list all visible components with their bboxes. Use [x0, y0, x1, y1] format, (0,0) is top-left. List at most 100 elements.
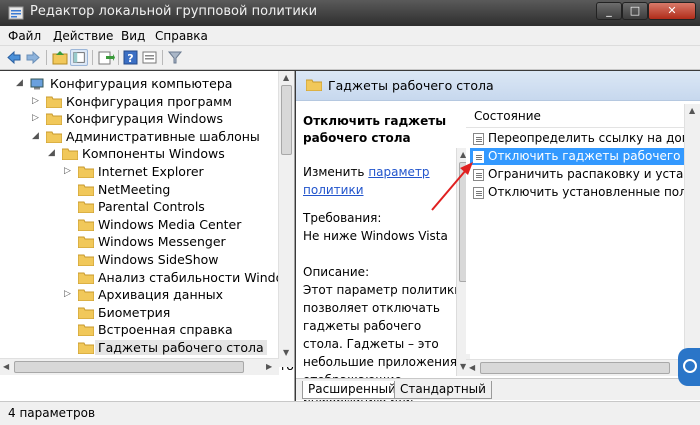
folder-icon [78, 166, 94, 178]
policy-editor-icon [8, 6, 24, 20]
help-icon[interactable]: ? [122, 49, 140, 66]
scrollbar-thumb[interactable] [480, 362, 670, 374]
forward-arrow-icon[interactable] [24, 49, 42, 66]
tree-horizontal-scrollbar[interactable]: ◀ ▶ [0, 358, 279, 375]
scroll-left-arrow-icon[interactable]: ◀ [469, 363, 475, 372]
scrollbar-thumb[interactable] [14, 361, 244, 373]
tree-item[interactable]: Windows Media Center [64, 216, 276, 234]
tree-item[interactable]: Встроенная справка [64, 321, 276, 339]
expand-arrow-icon[interactable]: ▷ [32, 96, 39, 106]
tree-item[interactable]: ▷ Конфигурация программ [32, 93, 276, 111]
up-folder-icon[interactable] [51, 49, 69, 66]
column-header-state[interactable]: Состояние [474, 109, 541, 123]
list-horizontal-scrollbar[interactable]: ◀ [466, 359, 700, 376]
menu-action[interactable]: Действие [53, 29, 113, 43]
folder-icon [78, 324, 94, 337]
tree-item[interactable]: ◢ Конфигурация компьютера [16, 75, 276, 93]
maximize-button[interactable]: □ [622, 2, 648, 20]
close-button[interactable]: ✕ [648, 2, 696, 20]
tab-standard[interactable]: Стандартный [394, 381, 492, 399]
menu-bar: Файл Действие Вид Справка [0, 26, 700, 46]
show-hide-tree-icon[interactable] [70, 49, 88, 66]
title-bar: Редактор локальной групповой политики _ … [0, 0, 700, 26]
scrollbar-thumb[interactable] [281, 85, 292, 155]
side-widget-button[interactable] [678, 348, 700, 386]
collapse-arrow-icon[interactable]: ◢ [48, 148, 55, 158]
tree-item-label: Гаджеты рабочего стола [95, 340, 267, 355]
status-text: 4 параметров [8, 406, 96, 420]
tree-pane[interactable]: ◢ Конфигурация компьютера ▷ Конфигурация пр… [0, 71, 295, 401]
tree-item[interactable]: Windows Messenger [64, 233, 276, 251]
toolbar-separator [162, 50, 163, 65]
expand-arrow-icon[interactable]: ▷ [64, 166, 71, 176]
view-tabs: Расширенный Стандартный [296, 378, 700, 400]
widget-icon [683, 359, 697, 373]
tree-item-label: Конфигурация Windows [66, 111, 223, 127]
folder-icon [306, 79, 322, 91]
tree-item[interactable]: Windows SideShow [64, 251, 276, 269]
details-header-title: Гаджеты рабочего стола [328, 78, 494, 93]
svg-text:?: ? [127, 52, 133, 65]
minimize-button[interactable]: _ [596, 2, 622, 20]
description-title: Отключить гаджеты рабочего стола [303, 114, 447, 145]
policy-setting-icon [473, 133, 484, 145]
list-vertical-scrollbar[interactable]: ▲ [684, 104, 700, 356]
settings-list[interactable]: Состояние Переопределить ссылку на допол… [466, 104, 700, 354]
folder-icon [78, 272, 94, 284]
collapse-arrow-icon[interactable]: ◢ [16, 78, 23, 88]
tab-extended[interactable]: Расширенный [302, 381, 402, 399]
tree-item[interactable]: Анализ стабильности Windows [64, 269, 294, 287]
header-divider [466, 127, 700, 128]
tree-item[interactable]: ▷ Конфигурация Windows [32, 110, 276, 128]
filter-icon[interactable] [166, 49, 184, 66]
export-list-icon[interactable] [97, 49, 115, 66]
description-label: Описание: [303, 265, 370, 279]
scroll-up-arrow-icon[interactable]: ▲ [283, 73, 289, 82]
toolbar-separator [118, 50, 119, 65]
scroll-right-arrow-icon[interactable]: ▶ [266, 362, 272, 371]
tree-item[interactable]: ▷ Архивация данных [64, 286, 276, 304]
expand-arrow-icon[interactable]: ▷ [64, 289, 71, 299]
tree-item[interactable]: Гаджеты рабочего стола [64, 339, 276, 357]
policy-setting-icon [473, 151, 484, 163]
tree-item-label: NetMeeting [98, 181, 171, 197]
tree-item[interactable]: Биометрия [64, 304, 276, 322]
menu-view[interactable]: Вид [121, 29, 145, 43]
policy-setting-icon [473, 187, 484, 199]
policy-setting-icon [473, 169, 484, 181]
tree-item-label: Административные шаблоны [66, 128, 260, 144]
collapse-arrow-icon[interactable]: ◢ [32, 131, 39, 141]
edit-prefix: Изменить [303, 165, 365, 179]
tree-item[interactable]: NetMeeting [64, 181, 276, 199]
scroll-left-arrow-icon[interactable]: ◀ [3, 362, 9, 371]
tree-item-label: Встроенная справка [98, 322, 233, 338]
tree-item-label: Internet Explorer [98, 164, 204, 179]
requirements-value: Не ниже Windows Vista [303, 229, 448, 243]
tree-item-label: Windows Media Center [98, 216, 242, 232]
details-header: Гаджеты рабочего стола [296, 71, 700, 101]
list-item-selected[interactable]: Отключить гаджеты рабочего стола [470, 148, 700, 165]
tree-item[interactable]: Parental Controls [64, 198, 276, 216]
tree-item-label: Биометрия [98, 304, 171, 320]
tree-item[interactable]: ◢ Компоненты Windows [48, 145, 276, 163]
folder-icon [62, 148, 78, 161]
menu-file[interactable]: Файл [8, 29, 41, 43]
tree-item[interactable]: ▷ Internet Explorer [64, 163, 276, 181]
tree-item-label: Parental Controls [98, 199, 205, 215]
expand-arrow-icon[interactable]: ▷ [32, 113, 39, 123]
menu-help[interactable]: Справка [155, 29, 208, 43]
scroll-up-arrow-icon[interactable]: ▲ [689, 106, 695, 115]
folder-icon [78, 254, 94, 266]
tree-item-label: Компоненты Windows [82, 146, 225, 162]
tree-vertical-scrollbar[interactable]: ▲ ▼ [278, 71, 294, 367]
properties-icon[interactable] [141, 49, 159, 66]
tree-item[interactable]: ◢ Административные шаблоны [32, 128, 276, 146]
scroll-down-arrow-icon[interactable]: ▼ [283, 348, 289, 357]
tree-item-label: Windows SideShow [98, 252, 219, 267]
back-arrow-icon[interactable] [5, 49, 23, 66]
status-bar: 4 параметров [0, 401, 700, 425]
folder-icon [46, 131, 62, 143]
folder-icon [78, 307, 94, 319]
toolbar-separator [46, 50, 47, 65]
folder-icon [78, 184, 94, 196]
